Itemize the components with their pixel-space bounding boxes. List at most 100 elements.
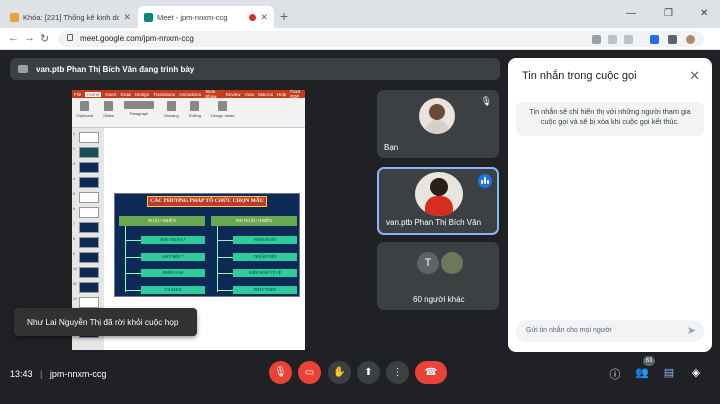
participant-name: van.ptb Phan Thị Bích Vân — [386, 218, 482, 227]
ribbon-tab: View — [244, 91, 255, 97]
maximize-icon[interactable]: ❐ — [664, 8, 673, 19]
ribbon-group-label: Design Ideas — [210, 113, 235, 118]
ribbon-tabs: File Home Insert Draw Design Transitions… — [72, 90, 305, 99]
tab-khoa[interactable]: Khóa: [221] Thống kê kinh doanh ✕ — [4, 6, 137, 28]
slide-thumbnail[interactable] — [79, 177, 99, 188]
activities-icon[interactable]: ◈ — [689, 366, 703, 380]
presenter-video — [415, 172, 463, 216]
raise-hand-button[interactable]: ✋ — [328, 361, 351, 384]
slide-thumbnail[interactable] — [79, 207, 99, 218]
ribbon-group-label: Drawing — [164, 113, 179, 118]
address-bar: ← → ↻ meet.google.com/jpm-nnxm-ccg — [0, 28, 720, 50]
chat-title: Tin nhắn trong cuộc gọi — [522, 70, 637, 82]
connector — [125, 226, 126, 292]
method-item: PHÂN LOẠI — [141, 269, 205, 277]
slide-thumbnail[interactable] — [79, 297, 99, 308]
close-tab-icon[interactable]: ✕ — [123, 12, 131, 23]
profile-avatar-icon[interactable] — [686, 35, 695, 44]
camera-toggle-button[interactable]: ▭ — [298, 361, 321, 384]
present-screen-button[interactable]: ⬆ — [357, 361, 380, 384]
method-item: PHÁN ĐOÁN — [233, 236, 297, 244]
slide-thumbnail[interactable] — [79, 282, 99, 293]
moodle-favicon-icon — [10, 12, 19, 22]
extension-puzzle-icon[interactable] — [668, 35, 677, 44]
person-silhouette-icon — [430, 178, 448, 196]
slide-thumbnail[interactable] — [79, 267, 99, 278]
slide-thumbnail[interactable] — [79, 222, 99, 233]
ribbon-tab: Review — [225, 91, 241, 97]
other-avatar-initial: T — [417, 252, 439, 274]
slide-thumbnail[interactable] — [79, 192, 99, 203]
camera-extension-icon[interactable] — [592, 35, 601, 44]
method-item: MÁY MÓC * — [141, 253, 205, 261]
connector — [217, 290, 233, 291]
participant-tile-others[interactable]: T 60 người khác — [377, 242, 499, 310]
mic-toggle-button[interactable]: 🎙 — [269, 361, 292, 384]
connector — [217, 273, 233, 274]
close-window-icon[interactable]: ✕ — [700, 8, 708, 19]
more-options-button[interactable]: ⋮ — [386, 361, 409, 384]
ribbon-tab: Transitions — [153, 91, 175, 97]
participant-tile-presenter[interactable]: van.ptb Phan Thị Bích Vân — [377, 167, 499, 235]
share-icon[interactable] — [608, 35, 617, 44]
tab-meet[interactable]: Meet - jpm-nnxm-ccg ✕ — [138, 6, 274, 28]
bookmark-star-icon[interactable] — [624, 35, 633, 44]
slide-thumbnail[interactable] — [79, 237, 99, 248]
method-item: ĐƠN THUẦN * — [141, 236, 205, 244]
font-icon — [124, 101, 155, 109]
meet-stage: van.ptb Phan Thị Bích Vân đang trình bày… — [0, 50, 720, 404]
present-icon: ⬆ — [364, 367, 373, 378]
presenter-banner: van.ptb Phan Thị Bích Vân đang trình bày — [10, 58, 500, 80]
ribbon-group-label: Paragraph — [129, 111, 149, 116]
browser-tab-strip: Khóa: [221] Thống kê kinh doanh ✕ Meet -… — [0, 0, 720, 28]
meet-favicon-icon — [144, 12, 153, 22]
slide-canvas: CÁC PHƯƠNG PHÁP TỔ CHỨC CHỌN MẪU NGẪU NH… — [107, 130, 305, 310]
leave-call-button[interactable]: ☎ — [415, 361, 447, 384]
mic-off-icon: 🎙 — [274, 367, 287, 378]
back-icon[interactable]: ← — [8, 32, 19, 44]
connector — [125, 273, 141, 274]
chat-input[interactable]: Gửi tin nhắn cho mọi người ➤ — [516, 320, 704, 342]
thumb-number: 9 — [73, 252, 75, 256]
ribbon-tab: Macros — [258, 91, 273, 97]
participant-tile-self[interactable]: 🎙 Bạn — [377, 90, 499, 158]
ribbon-group-label: Slides — [103, 113, 115, 118]
chat-notice: Tin nhắn sẽ chỉ hiển thị với những người… — [516, 102, 704, 136]
ribbon: Clipboard Slides Paragraph Drawing Editi… — [72, 98, 305, 128]
close-icon[interactable]: ✕ — [689, 68, 700, 84]
connector — [125, 290, 141, 291]
participant-name: Bạn — [384, 143, 399, 152]
slide-thumbnail[interactable] — [79, 252, 99, 263]
forward-icon[interactable]: → — [24, 32, 35, 44]
ribbon-tab: File — [74, 91, 82, 97]
minimize-icon[interactable]: — — [626, 8, 636, 19]
presentation-icon — [18, 65, 28, 73]
close-tab-icon[interactable]: ✕ — [260, 12, 268, 23]
left-meeting-toast: Như Lai Nguyễn Thị đã rời khỏi cuộc họp — [14, 308, 197, 336]
slide-thumbnail[interactable] — [79, 147, 99, 158]
send-icon[interactable]: ➤ — [687, 324, 696, 337]
new-slide-icon — [104, 101, 114, 111]
ribbon-tab: Foxit PDF — [290, 90, 301, 99]
ribbon-group: Clipboard — [76, 101, 93, 124]
slide-thumbnail[interactable] — [79, 162, 99, 173]
ribbon-group: Design Ideas — [211, 101, 234, 124]
people-icon[interactable]: 👥 — [635, 366, 649, 380]
slide-thumbnail[interactable] — [79, 132, 99, 143]
ribbon-tab: Slide Show — [205, 90, 217, 99]
url-field[interactable]: meet.google.com/jpm-nnxm-ccg — [58, 31, 704, 47]
meeting-details-icon[interactable]: ⓘ — [608, 366, 622, 381]
person-body-icon — [425, 196, 453, 216]
extension-blue-icon[interactable] — [650, 35, 659, 44]
shapes-icon — [166, 101, 176, 111]
sampling-methods-diagram: CÁC PHƯƠNG PHÁP TỔ CHỨC CHỌN MẪU NGẪU NH… — [114, 193, 300, 297]
other-avatar-photo — [441, 252, 463, 274]
chat-icon[interactable]: ▤ — [662, 366, 676, 380]
lock-icon — [67, 34, 73, 41]
new-tab-icon[interactable]: + — [280, 8, 288, 24]
participant-name: 60 người khác — [413, 295, 465, 304]
reload-icon[interactable]: ↻ — [40, 32, 49, 45]
connector — [217, 226, 218, 292]
ribbon-tab: Design — [135, 91, 150, 97]
camera-off-icon: ▭ — [304, 367, 315, 378]
